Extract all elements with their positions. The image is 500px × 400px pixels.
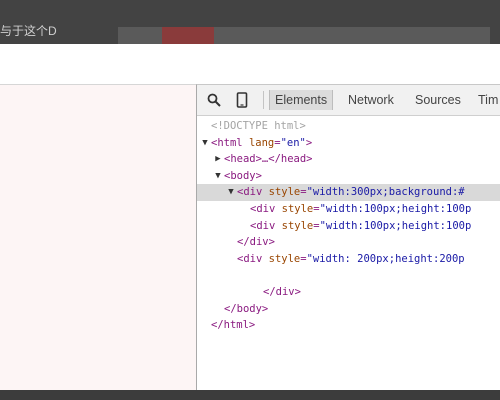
dom-token: <head>…</head>	[224, 153, 313, 166]
dom-node-line[interactable]: </body>	[197, 301, 500, 318]
dom-token: </html>	[211, 319, 256, 332]
dom-token: <div	[237, 252, 263, 265]
dom-token: <div	[237, 186, 263, 199]
dom-node-line[interactable]: ▼ <html lang="en">	[197, 135, 500, 152]
dom-node-line[interactable]	[197, 267, 500, 284]
dom-token: "en"	[280, 136, 306, 149]
top-caption: 与于这个D	[0, 24, 57, 38]
dom-node-text: <head>…</head>	[224, 151, 313, 168]
dom-token: "width: 200px;height:200p	[306, 252, 465, 265]
dom-token: >	[305, 136, 313, 149]
dom-token: lang	[248, 136, 275, 149]
dom-node-line[interactable]: <div style="width:100px;height:100p	[197, 218, 500, 235]
dom-node-text: </html>	[211, 317, 255, 334]
page-content-area	[0, 84, 196, 391]
dom-node-line[interactable]: </div>	[197, 234, 500, 251]
dom-token: style	[281, 202, 314, 215]
expand-arrow-icon[interactable]: ▶	[213, 151, 223, 168]
device-mode-icon[interactable]	[233, 91, 251, 109]
dom-node-text: <div style="width:300px;background:#	[237, 184, 465, 201]
collapse-arrow-icon[interactable]: ▼	[200, 135, 210, 152]
dom-token: "width:100px;height:100p	[319, 219, 472, 232]
search-icon[interactable]	[205, 91, 223, 109]
dom-token: <div	[250, 219, 276, 232]
collapse-arrow-icon[interactable]: ▼	[226, 184, 236, 201]
dom-node-text: <!DOCTYPE html>	[211, 118, 306, 135]
dom-token: >	[255, 169, 262, 182]
dom-node-text: </div>	[237, 234, 275, 251]
dom-node-text: <div style="width:100px;height:100p	[250, 201, 471, 218]
tab-network[interactable]: Network	[343, 90, 399, 110]
video-top-bar: 与于这个D	[0, 0, 500, 44]
dom-token: <div	[250, 202, 276, 215]
dom-token: style	[268, 186, 301, 199]
dom-token: style	[281, 219, 314, 232]
dom-node-text: <div style="width:100px;height:100p	[250, 218, 471, 235]
tab-sources[interactable]: Sources	[410, 90, 466, 110]
toolbar-separator	[263, 91, 264, 109]
dom-node-text: <html lang="en">	[211, 135, 312, 152]
dom-token: "width:300px;background:#	[306, 186, 465, 199]
devtools-panel: Elements Network Sources Tim <!DOCTYPE h…	[196, 84, 500, 391]
dom-token: style	[268, 252, 301, 265]
dom-node-line[interactable]: <!DOCTYPE html>	[197, 118, 500, 135]
dom-node-line[interactable]: </div>	[197, 284, 500, 301]
dom-token: </div>	[263, 285, 301, 298]
dom-node-text: </div>	[263, 284, 301, 301]
dom-node-text: <div style="width: 200px;height:200p	[237, 251, 465, 268]
dom-token: <!DOCTYPE html>	[211, 120, 306, 132]
collapse-arrow-icon[interactable]: ▼	[213, 168, 223, 185]
dom-node-line[interactable]: ▼ <div style="width:300px;background:#	[197, 184, 500, 201]
dom-token: "width:100px;height:100p	[319, 202, 472, 215]
dom-node-line[interactable]: ▼ <body>	[197, 168, 500, 185]
dom-node-text: </body>	[224, 301, 268, 318]
devtools-toolbar: Elements Network Sources Tim	[197, 85, 500, 116]
dom-token: </body>	[224, 302, 269, 315]
browser-white-band	[0, 44, 500, 84]
dom-token: <body	[224, 169, 256, 182]
tab-timeline[interactable]: Tim	[473, 90, 500, 110]
dom-node-line[interactable]: </html>	[197, 317, 500, 334]
blurred-red-element	[162, 27, 214, 44]
dom-node-text: <body>	[224, 168, 262, 185]
dom-tree: <!DOCTYPE html> ▼ <html lang="en"> ▶ <head>……	[197, 118, 500, 334]
dom-token: </div>	[237, 236, 275, 249]
dom-node-line[interactable]: <div style="width: 200px;height:200p	[197, 251, 500, 268]
video-bottom-bar	[0, 390, 500, 400]
dom-token: <html	[211, 136, 243, 149]
dom-node-line[interactable]: ▶ <head>…</head>	[197, 151, 500, 168]
dom-node-line[interactable]: <div style="width:100px;height:100p	[197, 201, 500, 218]
tab-elements[interactable]: Elements	[269, 90, 334, 110]
